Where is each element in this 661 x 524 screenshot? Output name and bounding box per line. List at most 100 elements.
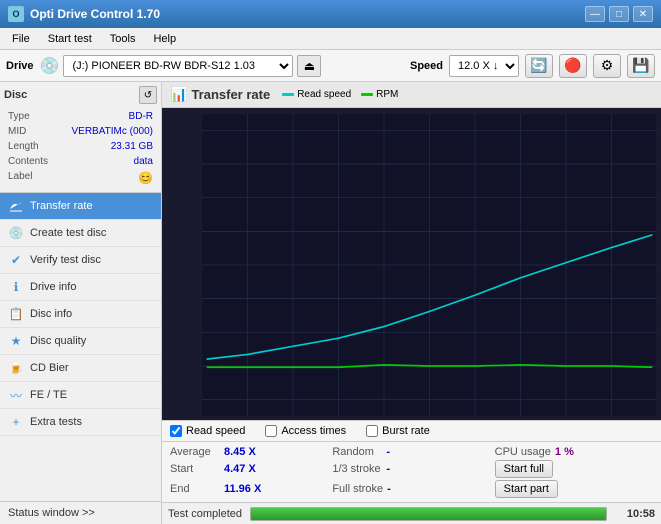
- legend-rpm: RPM: [361, 89, 398, 100]
- disc-type-row: Type BD-R: [6, 110, 155, 123]
- extra-tests-icon: +: [8, 414, 24, 430]
- drive-label: Drive: [6, 60, 34, 72]
- drive-info-icon: ℹ: [8, 279, 24, 295]
- stats-random-label: Random: [332, 446, 382, 458]
- disc-info-icon: 📋: [8, 306, 24, 322]
- checkbox-read-speed[interactable]: Read speed: [170, 425, 245, 437]
- maximize-button[interactable]: □: [609, 6, 629, 22]
- nav-extra-tests[interactable]: + Extra tests: [0, 409, 161, 436]
- stats-fullstroke-value: -: [387, 483, 391, 495]
- nav-fe-te-label: FE / TE: [30, 389, 67, 401]
- nav-extra-tests-label: Extra tests: [30, 416, 82, 428]
- menu-start-test[interactable]: Start test: [40, 31, 100, 47]
- verify-test-disc-icon: ✔: [8, 252, 24, 268]
- eject-button[interactable]: ⏏: [297, 55, 321, 77]
- stats-section: Average 8.45 X Random - CPU usage 1 % St…: [162, 441, 661, 502]
- stats-end-label: End: [170, 483, 220, 495]
- disc-mid-value: VERBATIMc (000): [58, 125, 155, 138]
- speed-label: Speed: [410, 60, 443, 72]
- create-test-disc-icon: 💿: [8, 225, 24, 241]
- stats-random-value: -: [386, 446, 390, 458]
- nav-create-test-disc[interactable]: 💿 Create test disc: [0, 220, 161, 247]
- disc-type-value: BD-R: [58, 110, 155, 123]
- disc-mid-row: MID VERBATIMc (000): [6, 125, 155, 138]
- nav-cd-bier[interactable]: 🍺 CD Bier: [0, 355, 161, 382]
- nav-transfer-rate-label: Transfer rate: [30, 200, 93, 212]
- chart-header: 📊 Transfer rate Read speed RPM: [162, 82, 661, 108]
- chart-legend: Read speed RPM: [282, 89, 398, 100]
- disc-contents-label: Contents: [6, 155, 56, 168]
- chart-area: 18X 16X 14X 12X 10X 8X 6X 4X 2X: [162, 108, 661, 420]
- stats-fullstroke-label: Full stroke: [332, 483, 383, 495]
- start-full-button[interactable]: Start full: [495, 460, 553, 478]
- stats-average-value: 8.45 X: [224, 446, 256, 458]
- legend-read-speed: Read speed: [282, 89, 351, 100]
- stats-onethird-label: 1/3 stroke: [332, 463, 382, 475]
- nav-fe-te[interactable]: 〰 FE / TE: [0, 382, 161, 409]
- checkbox-access-times[interactable]: Access times: [265, 425, 346, 437]
- nav-verify-test-disc[interactable]: ✔ Verify test disc: [0, 247, 161, 274]
- cd-bier-icon: 🍺: [8, 360, 24, 376]
- window-controls: — □ ✕: [585, 6, 653, 22]
- stats-onethird-value: -: [386, 463, 390, 475]
- stats-random-row: Random -: [332, 446, 490, 458]
- nav-disc-info-label: Disc info: [30, 308, 72, 320]
- disc-length-row: Length 23.31 GB: [6, 140, 155, 153]
- nav-create-test-disc-label: Create test disc: [30, 227, 106, 239]
- stats-fullstroke-row: Full stroke -: [332, 480, 490, 498]
- nav-transfer-rate[interactable]: Transfer rate: [0, 193, 161, 220]
- speed-select[interactable]: 12.0 X ↓: [449, 55, 519, 77]
- status-text: Test completed: [168, 508, 242, 520]
- save-button[interactable]: 💾: [627, 54, 655, 78]
- stats-cpu-row: CPU usage 1 %: [495, 446, 653, 458]
- close-button[interactable]: ✕: [633, 6, 653, 22]
- stats-cpu-value: 1 %: [555, 446, 574, 458]
- disc-refresh-button[interactable]: ↺: [139, 86, 157, 104]
- stats-start-full-row: Start full: [495, 460, 653, 478]
- chart-title: 📊 Transfer rate: [170, 86, 270, 103]
- checkbox-burst-rate[interactable]: Burst rate: [366, 425, 430, 437]
- nav-drive-info-label: Drive info: [30, 281, 76, 293]
- disc-header: Disc ↺: [4, 86, 157, 104]
- legend-read-speed-label: Read speed: [297, 89, 351, 100]
- read-speed-checkbox[interactable]: [170, 425, 182, 437]
- menu-help[interactable]: Help: [145, 31, 184, 47]
- disc-table: Type BD-R MID VERBATIMc (000) Length 23.…: [4, 108, 157, 188]
- stats-onethird-row: 1/3 stroke -: [332, 460, 490, 478]
- stats-average-row: Average 8.45 X: [170, 446, 328, 458]
- drive-select[interactable]: (J:) PIONEER BD-RW BDR-S12 1.03: [63, 55, 293, 77]
- disc-section: Disc ↺ Type BD-R MID VERBATIMc (000) Len…: [0, 82, 161, 193]
- settings-button[interactable]: ⚙: [593, 54, 621, 78]
- progress-bar-fill: [251, 508, 606, 520]
- disc-section-title: Disc: [4, 89, 27, 101]
- minimize-button[interactable]: —: [585, 6, 605, 22]
- status-time: 10:58: [615, 508, 655, 520]
- burst-rate-checkbox[interactable]: [366, 425, 378, 437]
- status-window-button[interactable]: Status window >>: [0, 501, 161, 524]
- refresh-button[interactable]: 🔄: [525, 54, 553, 78]
- nav-drive-info[interactable]: ℹ Drive info: [0, 274, 161, 301]
- app-icon: O: [8, 6, 24, 22]
- title-bar: O Opti Drive Control 1.70 — □ ✕: [0, 0, 661, 28]
- stats-start-label: Start: [170, 463, 220, 475]
- nav-disc-info[interactable]: 📋 Disc info: [0, 301, 161, 328]
- content-area: 📊 Transfer rate Read speed RPM: [162, 82, 661, 524]
- disc-label-label: Label: [6, 170, 56, 186]
- disc-label-row: Label 😊: [6, 170, 155, 186]
- disc-mid-label: MID: [6, 125, 56, 138]
- read-speed-checkbox-label: Read speed: [186, 425, 245, 437]
- stats-end-value: 11.96 X: [224, 483, 261, 495]
- stats-start-value: 4.47 X: [224, 463, 256, 475]
- stats-start-row: Start 4.47 X: [170, 460, 328, 478]
- fe-te-icon: 〰: [8, 387, 24, 403]
- nav-disc-quality[interactable]: ★ Disc quality: [0, 328, 161, 355]
- record-button[interactable]: 🔴: [559, 54, 587, 78]
- menu-tools[interactable]: Tools: [102, 31, 144, 47]
- access-times-checkbox[interactable]: [265, 425, 277, 437]
- nav-verify-test-disc-label: Verify test disc: [30, 254, 101, 266]
- drive-disc-icon: 💿: [40, 56, 60, 76]
- start-part-button[interactable]: Start part: [495, 480, 558, 498]
- sidebar: Disc ↺ Type BD-R MID VERBATIMc (000) Len…: [0, 82, 162, 524]
- menu-file[interactable]: File: [4, 31, 38, 47]
- legend-rpm-dot: [361, 93, 373, 96]
